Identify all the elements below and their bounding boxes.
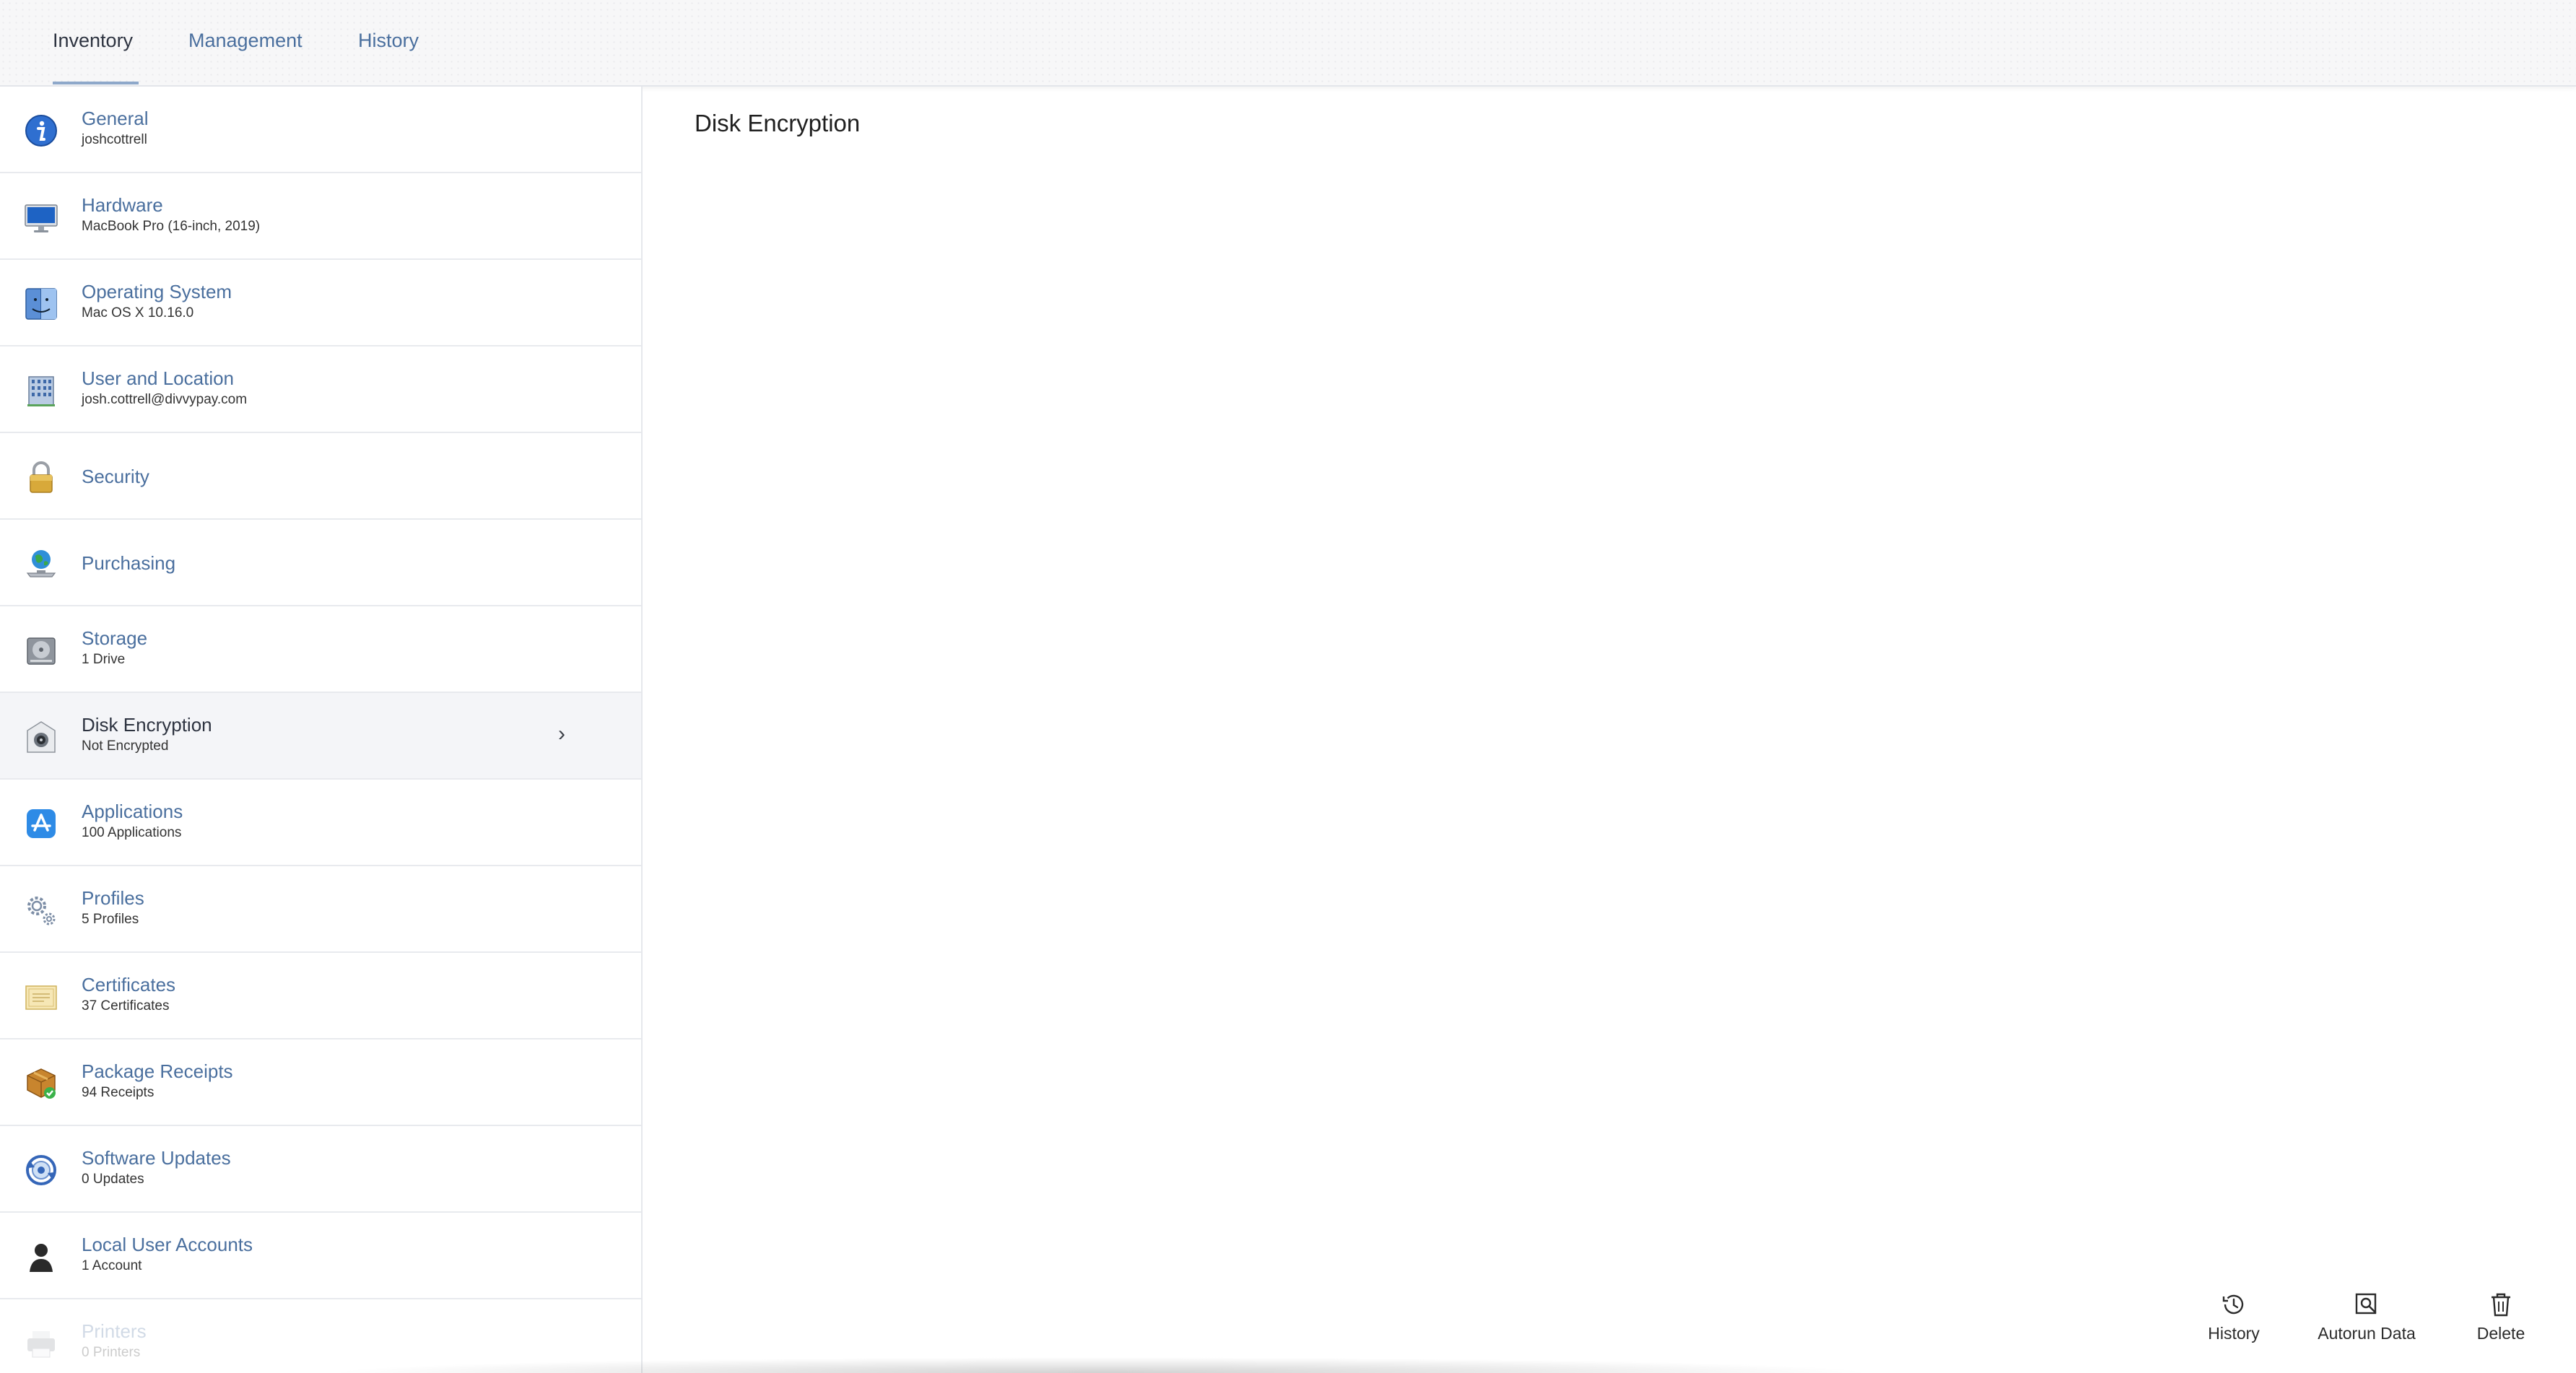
autorun-data-button[interactable]: Autorun Data xyxy=(2314,1291,2419,1343)
app-store-icon xyxy=(23,806,59,842)
printer-icon xyxy=(23,1325,59,1361)
sidebar-item-operating-system[interactable]: Operating System Mac OS X 10.16.0 xyxy=(0,260,641,346)
sidebar-item-local-user-accounts[interactable]: Local User Accounts 1 Account xyxy=(0,1213,641,1299)
tab-history[interactable]: History xyxy=(358,26,419,55)
sidebar-item-title: Disk Encryption xyxy=(82,714,212,736)
sidebar-item-title: Printers xyxy=(82,1320,147,1342)
sidebar-item-subtitle: 0 Updates xyxy=(82,1172,144,1187)
top-tab-bar: Inventory Management History xyxy=(0,0,2576,87)
gears-icon xyxy=(23,892,59,928)
clock-history-icon xyxy=(2220,1291,2248,1318)
sidebar-item-title: Software Updates xyxy=(82,1147,231,1169)
certificate-icon xyxy=(23,979,59,1015)
tab-inventory[interactable]: Inventory xyxy=(53,26,133,55)
autorun-data-button-label: Autorun Data xyxy=(2318,1324,2416,1343)
building-icon xyxy=(23,372,59,409)
sidebar-item-package-receipts[interactable]: Package Receipts 94 Receipts xyxy=(0,1039,641,1126)
history-button-label: History xyxy=(2208,1324,2260,1343)
hard-drive-icon xyxy=(23,632,59,668)
delete-button[interactable]: Delete xyxy=(2472,1291,2530,1343)
sidebar-item-profiles[interactable]: Profiles 5 Profiles xyxy=(0,866,641,953)
search-document-icon xyxy=(2353,1291,2380,1318)
sidebar-item-subtitle: MacBook Pro (16-inch, 2019) xyxy=(82,219,261,234)
sidebar-item-subtitle: joshcottrell xyxy=(82,132,147,147)
user-silhouette-icon xyxy=(23,1239,59,1275)
sidebar-item-title: General xyxy=(82,108,149,129)
software-update-icon xyxy=(23,1152,59,1188)
sidebar-item-disk-encryption[interactable]: Disk Encryption Not Encrypted › xyxy=(0,693,641,780)
sidebar-item-certificates[interactable]: Certificates 37 Certificates xyxy=(0,953,641,1039)
sidebar-item-applications[interactable]: Applications 100 Applications xyxy=(0,780,641,866)
sidebar-item-subtitle: 0 Printers xyxy=(82,1345,141,1360)
sidebar-item-title: Purchasing xyxy=(82,552,176,574)
history-button[interactable]: History xyxy=(2205,1291,2263,1343)
sidebar-item-title: Certificates xyxy=(82,974,176,995)
sidebar-item-subtitle: 37 Certificates xyxy=(82,998,170,1014)
sidebar-item-title: User and Location xyxy=(82,367,235,389)
sidebar-item-subtitle: 94 Receipts xyxy=(82,1085,155,1100)
inventory-sidebar: General joshcottrell Hardware MacBook Pr… xyxy=(0,87,643,1373)
sidebar-item-subtitle: 1 Drive xyxy=(82,652,126,667)
sidebar-item-hardware[interactable]: Hardware MacBook Pro (16-inch, 2019) xyxy=(0,173,641,260)
sidebar-item-title: Operating System xyxy=(82,281,232,302)
sidebar-item-purchasing[interactable]: Purchasing xyxy=(0,520,641,606)
sidebar-item-title: Security xyxy=(82,466,149,487)
sidebar-item-subtitle: josh.cottrell@divvypay.com xyxy=(82,392,248,407)
page-title: Disk Encryption xyxy=(695,110,861,136)
sidebar-item-security[interactable]: Security xyxy=(0,433,641,520)
tab-management[interactable]: Management xyxy=(188,26,303,55)
sidebar-item-subtitle: Not Encrypted xyxy=(82,738,169,754)
sidebar-item-title: Local User Accounts xyxy=(82,1234,253,1255)
sidebar-item-subtitle: 100 Applications xyxy=(82,825,182,840)
sidebar-item-subtitle: 1 Account xyxy=(82,1258,142,1273)
sidebar-item-title: Storage xyxy=(82,627,148,649)
sidebar-item-storage[interactable]: Storage 1 Drive xyxy=(0,606,641,693)
padlock-icon xyxy=(23,459,59,495)
sidebar-item-title: Package Receipts xyxy=(82,1060,233,1082)
footer-shadow xyxy=(325,1357,1877,1373)
sidebar-item-title: Hardware xyxy=(82,194,163,216)
sidebar-item-subtitle: Mac OS X 10.16.0 xyxy=(82,305,194,321)
info-icon xyxy=(23,113,59,149)
sidebar-item-general[interactable]: General joshcottrell xyxy=(0,87,641,173)
package-icon xyxy=(23,1065,59,1102)
chevron-right-icon: › xyxy=(558,722,565,746)
sidebar-item-title: Profiles xyxy=(82,887,144,909)
monitor-icon xyxy=(23,199,59,235)
active-tab-indicator xyxy=(53,82,139,84)
delete-button-label: Delete xyxy=(2476,1324,2525,1343)
filevault-icon xyxy=(23,719,59,755)
globe-icon xyxy=(23,546,59,582)
trash-icon xyxy=(2487,1291,2515,1318)
sidebar-item-title: Applications xyxy=(82,801,183,822)
sidebar-item-user-and-location[interactable]: User and Location josh.cottrell@divvypay… xyxy=(0,346,641,433)
sidebar-item-subtitle: 5 Profiles xyxy=(82,912,139,927)
sidebar-item-software-updates[interactable]: Software Updates 0 Updates xyxy=(0,1126,641,1213)
finder-icon xyxy=(23,286,59,322)
